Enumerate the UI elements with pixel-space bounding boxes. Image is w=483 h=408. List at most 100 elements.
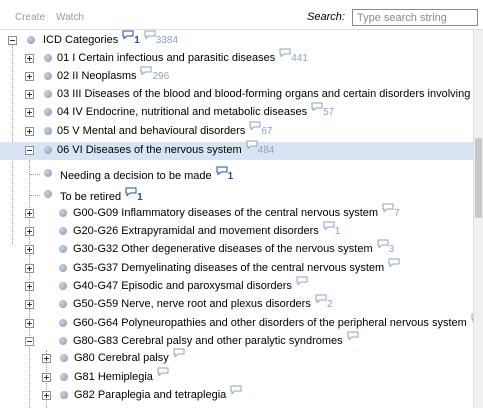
- tree-node-label[interactable]: G60-G64 Polyneuropathies and other disor…: [73, 313, 473, 329]
- expand-icon[interactable]: [25, 319, 34, 328]
- expand-icon[interactable]: [25, 300, 34, 309]
- expand-icon[interactable]: [42, 373, 51, 382]
- note-count-badge[interactable]: [296, 276, 308, 292]
- collapse-icon[interactable]: [25, 337, 34, 346]
- tree-node[interactable]: G40-G47 Episodic and paroxysmal disorder…: [0, 276, 473, 296]
- tree-node-label[interactable]: G81 Hemiplegia: [74, 367, 169, 383]
- comment-icon: [279, 48, 291, 57]
- note-count-badge[interactable]: [230, 385, 242, 401]
- comment-count: 1: [227, 171, 234, 182]
- node-dot-icon: [60, 391, 68, 399]
- tree-node-label[interactable]: 01 I Certain infectious and parasitic di…: [57, 48, 308, 64]
- tree-node[interactable]: G80-G83 Cerebral palsy and other paralyt…: [0, 331, 473, 351]
- node-label-text: ICD Categories: [43, 34, 119, 46]
- tree-node-label[interactable]: G82 Paraplegia and tetraplegia: [74, 385, 242, 401]
- expand-icon[interactable]: [25, 245, 34, 254]
- tree-node[interactable]: Needing a decision to be made 1: [0, 165, 473, 183]
- tree-node[interactable]: 01 I Certain infectious and parasitic di…: [0, 48, 473, 68]
- expand-icon[interactable]: [25, 209, 34, 218]
- tree-node-label[interactable]: G35-G37 Demyelinating diseases of the ce…: [73, 258, 400, 274]
- expand-icon[interactable]: [25, 264, 34, 273]
- comment-icon: [122, 30, 134, 39]
- note-count-badge[interactable]: 2: [315, 294, 332, 310]
- create-button[interactable]: Create: [15, 12, 45, 23]
- tree-node-label[interactable]: 02 II Neoplasms 296: [57, 66, 169, 82]
- tree-node[interactable]: G50-G59 Nerve, nerve root and plexus dis…: [0, 294, 473, 314]
- node-label-text: G50-G59 Nerve, nerve root and plexus dis…: [73, 298, 311, 310]
- note-count-badge[interactable]: 57: [311, 102, 334, 118]
- note-count-badge[interactable]: [347, 331, 359, 347]
- search-label: Search:: [307, 11, 345, 23]
- expand-icon[interactable]: [25, 108, 34, 117]
- note-count-badge[interactable]: 3: [377, 239, 394, 255]
- vertical-scrollbar[interactable]: [473, 30, 483, 408]
- expand-icon[interactable]: [25, 54, 34, 63]
- node-label-text: G80-G83 Cerebral palsy and other paralyt…: [73, 335, 343, 347]
- tree-node[interactable]: G80 Cerebral palsy: [0, 348, 473, 368]
- collapse-icon[interactable]: [8, 36, 17, 45]
- tree-node-label[interactable]: 04 IV Endocrine, nutritional and metabol…: [57, 102, 334, 118]
- comment-icon: [140, 66, 152, 75]
- expand-icon[interactable]: [25, 227, 34, 236]
- node-label-text: 05 V Mental and behavioural disorders: [57, 125, 246, 137]
- tree-node-label[interactable]: G50-G59 Nerve, nerve root and plexus dis…: [73, 294, 332, 310]
- tree-node[interactable]: 06 VI Diseases of the nervous system 484: [0, 140, 473, 160]
- note-count-badge[interactable]: 1: [323, 221, 340, 237]
- note-count-badge[interactable]: 67: [249, 121, 272, 137]
- collapse-icon[interactable]: [25, 146, 34, 155]
- tree-node[interactable]: G30-G32 Other degenerative diseases of t…: [0, 239, 473, 259]
- expand-icon[interactable]: [25, 72, 34, 81]
- watch-button[interactable]: Watch: [56, 12, 84, 23]
- search-input[interactable]: [352, 9, 478, 26]
- note-count-badge[interactable]: 3384: [144, 30, 178, 46]
- tree-node-label[interactable]: G00-G09 Inflammatory diseases of the cen…: [73, 203, 400, 219]
- note-count-badge[interactable]: 7: [382, 203, 400, 219]
- note-count-badge[interactable]: 296: [140, 66, 169, 82]
- tree-node-label[interactable]: G80-G83 Cerebral palsy and other paralyt…: [73, 331, 359, 347]
- tree-node-label[interactable]: Needing a decision to be made 1: [60, 166, 234, 182]
- tree-node[interactable]: G82 Paraplegia and tetraplegia: [0, 385, 473, 405]
- node-dot-icon: [44, 190, 52, 198]
- tree-node[interactable]: G20-G26 Extrapyramidal and movement diso…: [0, 221, 473, 241]
- comment-count: 1: [134, 35, 140, 46]
- expand-icon[interactable]: [25, 282, 34, 291]
- note-count-badge[interactable]: 441: [279, 48, 308, 64]
- tree-node[interactable]: G35-G37 Demyelinating diseases of the ce…: [0, 258, 473, 278]
- comment-badge[interactable]: 1: [216, 166, 234, 182]
- note-count-badge[interactable]: [173, 348, 185, 364]
- expand-icon[interactable]: [42, 391, 51, 400]
- tree-node[interactable]: 04 IV Endocrine, nutritional and metabol…: [0, 102, 473, 122]
- tree-node[interactable]: 02 II Neoplasms 296: [0, 66, 473, 86]
- tree-node-label[interactable]: ICD Categories 1 3384: [43, 30, 178, 46]
- tree-node-label[interactable]: 03 III Diseases of the blood and blood-f…: [57, 88, 473, 100]
- expand-icon[interactable]: [42, 354, 51, 363]
- tree-node-label[interactable]: G40-G47 Episodic and paroxysmal disorder…: [73, 276, 308, 292]
- tree-node[interactable]: To be retired 1: [0, 186, 473, 204]
- tree-node-label[interactable]: G80 Cerebral palsy: [74, 348, 185, 364]
- category-tree: ICD Categories 1 3384 01 I Certain infectio…: [0, 30, 473, 408]
- tree-node[interactable]: G00-G09 Inflammatory diseases of the cen…: [0, 203, 473, 223]
- tree-node-label[interactable]: G30-G32 Other degenerative diseases of t…: [73, 239, 394, 255]
- comment-icon: [216, 166, 228, 175]
- expand-icon[interactable]: [25, 90, 34, 99]
- comment-badge[interactable]: 1: [125, 187, 143, 203]
- tree-node-label[interactable]: 06 VI Diseases of the nervous system 484: [57, 140, 274, 156]
- node-dot-icon: [44, 108, 52, 116]
- tree-node[interactable]: 03 III Diseases of the blood and blood-f…: [0, 86, 473, 104]
- note-count-badge[interactable]: [157, 367, 169, 383]
- tree-node[interactable]: G60-G64 Polyneuropathies and other disor…: [0, 313, 473, 333]
- comment-icon: [315, 294, 327, 303]
- tree-node[interactable]: 05 V Mental and behavioural disorders 67: [0, 121, 473, 141]
- note-count: 441: [291, 53, 308, 64]
- tree-node-label[interactable]: G20-G26 Extrapyramidal and movement diso…: [73, 221, 340, 237]
- note-count-badge[interactable]: 484: [246, 140, 274, 156]
- tree-root-node[interactable]: ICD Categories 1 3384: [0, 30, 473, 50]
- tree-node-label[interactable]: 05 V Mental and behavioural disorders 67: [57, 121, 272, 137]
- note-count-badge[interactable]: [388, 258, 400, 274]
- comment-icon: [382, 203, 394, 212]
- scrollbar-thumb[interactable]: [475, 138, 482, 218]
- tree-connector-line: [30, 195, 40, 196]
- tree-node-label[interactable]: To be retired 1: [60, 187, 143, 203]
- comment-badge[interactable]: 1: [122, 30, 140, 46]
- expand-icon[interactable]: [25, 127, 34, 136]
